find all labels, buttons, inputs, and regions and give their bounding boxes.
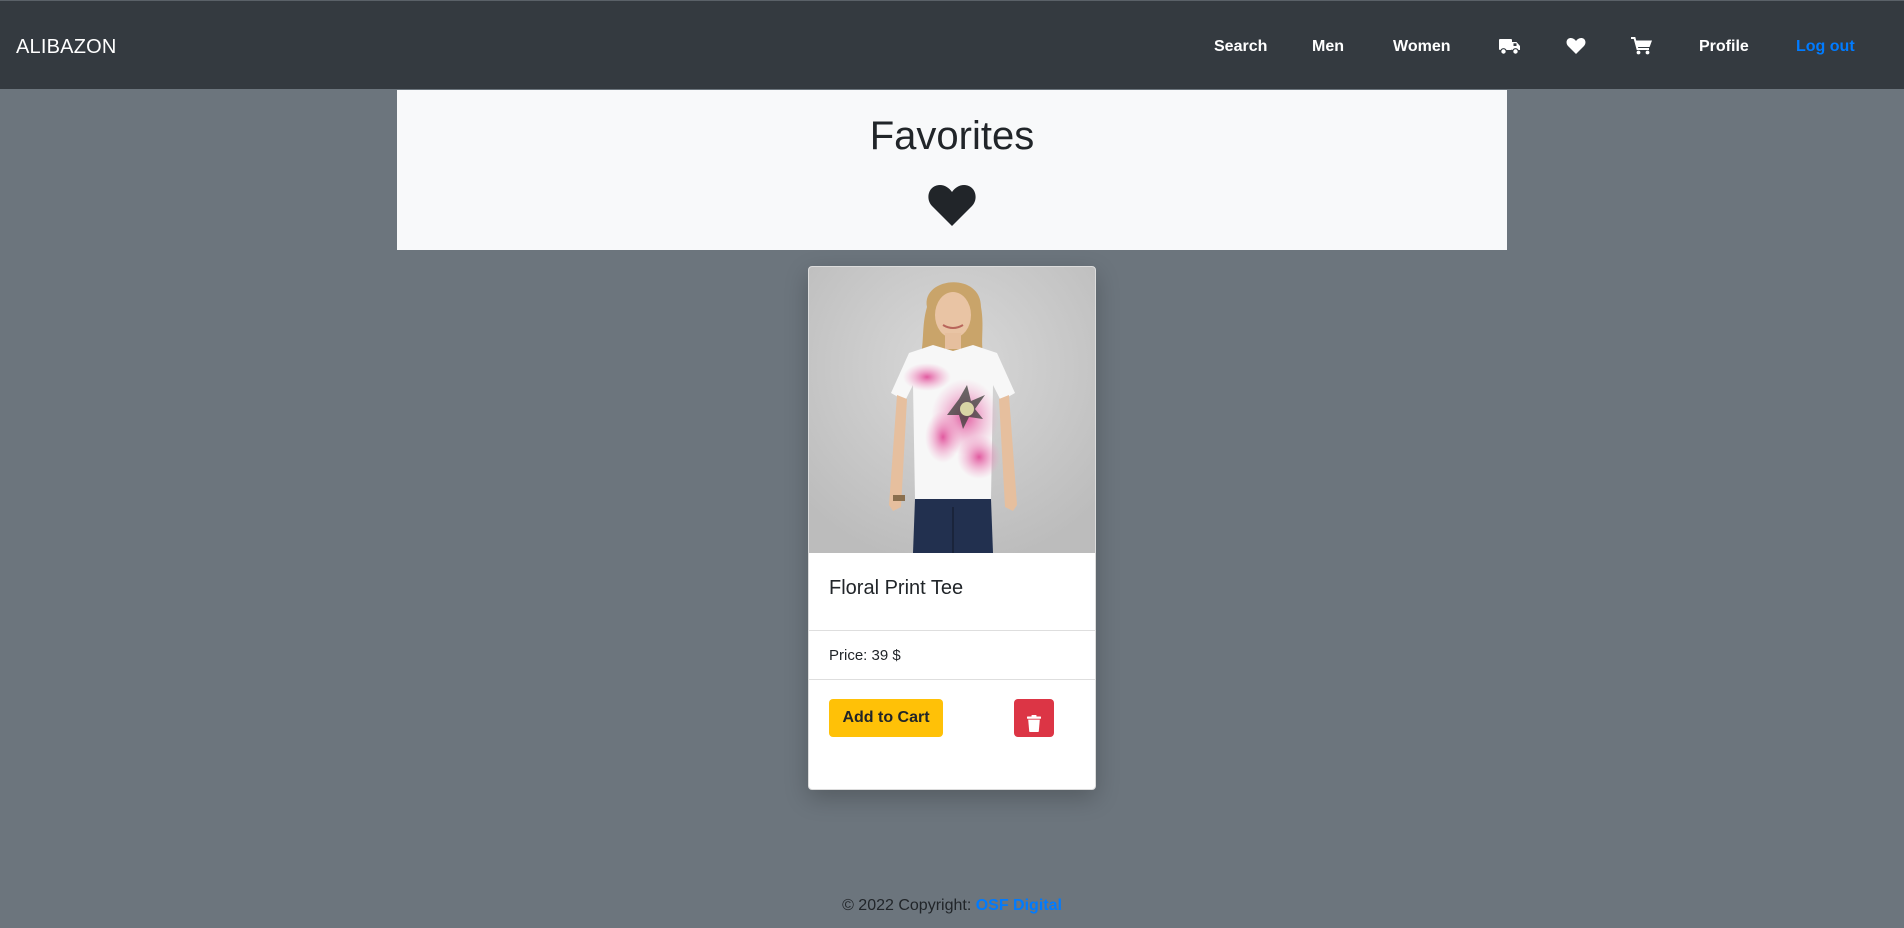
product-image[interactable] bbox=[809, 267, 1095, 553]
remove-favorite-button[interactable] bbox=[1014, 699, 1054, 737]
product-photo bbox=[809, 267, 1095, 553]
footer-copyright: © 2022 Copyright: bbox=[842, 897, 976, 914]
nav-logout-link[interactable]: Log out bbox=[1796, 35, 1855, 59]
shopping-cart-link[interactable] bbox=[1631, 37, 1653, 57]
heart-icon bbox=[1566, 37, 1586, 54]
favorites-heart-link[interactable] bbox=[1566, 37, 1588, 57]
product-name[interactable]: Floral Print Tee bbox=[829, 575, 963, 601]
nav-profile-link[interactable]: Profile bbox=[1699, 35, 1749, 59]
card-divider bbox=[809, 679, 1095, 680]
nav-women-link[interactable]: Women bbox=[1393, 35, 1450, 59]
favorite-product-card: Floral Print Tee Price: 39 $ Add to Cart bbox=[808, 266, 1096, 790]
top-navbar: ALIBAZON Search Men Women Profile Log ou… bbox=[0, 0, 1904, 89]
add-to-cart-button[interactable]: Add to Cart bbox=[829, 699, 943, 737]
truck-icon bbox=[1499, 39, 1520, 55]
nav-men-link[interactable]: Men bbox=[1312, 35, 1344, 59]
footer-company-link[interactable]: OSF Digital bbox=[976, 897, 1062, 914]
orders-truck-icon[interactable] bbox=[1499, 37, 1521, 57]
favorites-header-panel: Favorites bbox=[397, 90, 1507, 250]
card-divider bbox=[809, 630, 1095, 631]
cart-icon bbox=[1631, 37, 1652, 55]
product-price: Price: 39 $ bbox=[829, 647, 901, 664]
trash-icon bbox=[1027, 714, 1041, 732]
heart-icon bbox=[928, 185, 976, 226]
brand-logo-link[interactable]: ALIBAZON bbox=[16, 35, 117, 59]
nav-search-link[interactable]: Search bbox=[1214, 35, 1267, 59]
page-title: Favorites bbox=[869, 114, 1035, 158]
page-footer: © 2022 Copyright: OSF Digital bbox=[0, 896, 1904, 916]
